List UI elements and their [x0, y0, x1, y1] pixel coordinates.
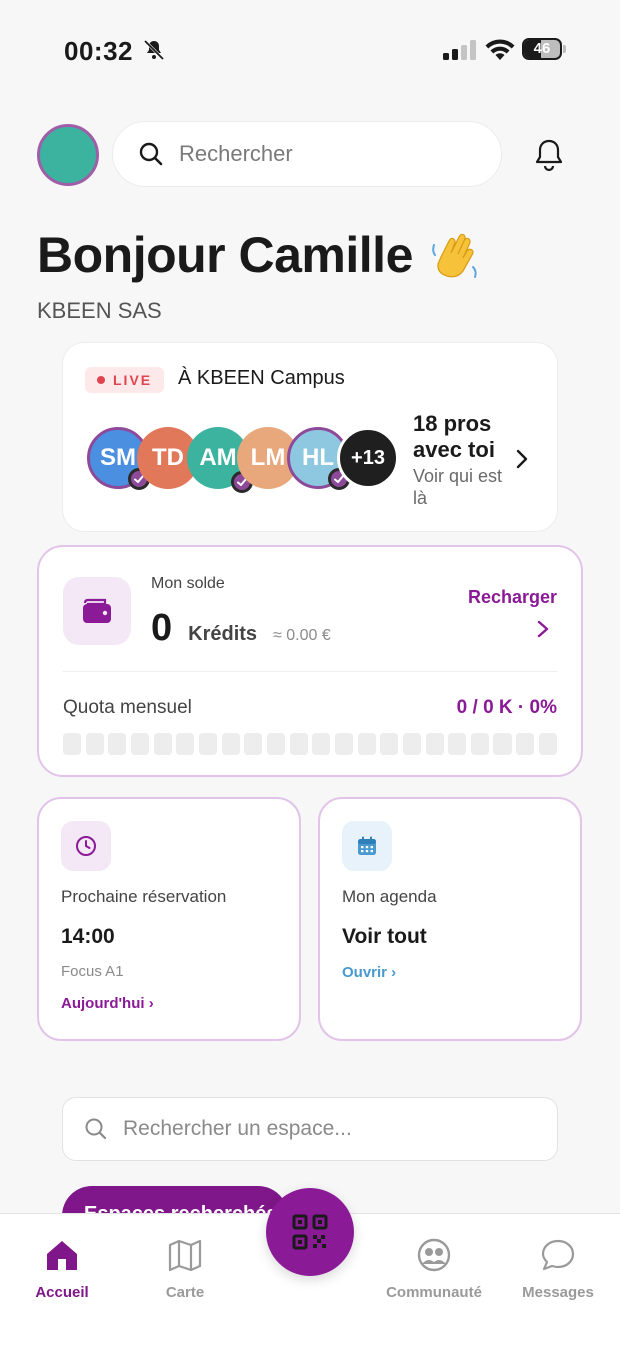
nav-home[interactable]: Accueil: [7, 1236, 117, 1301]
nav-messages[interactable]: Messages: [503, 1236, 613, 1301]
wallet-icon: [83, 598, 111, 623]
clock-icon: [76, 836, 96, 856]
clock-icon-box: [61, 821, 111, 871]
recharge-button[interactable]: Recharger: [468, 587, 557, 608]
signal-icon: [443, 40, 476, 60]
person-initials: AM: [199, 444, 237, 471]
quota-value: 0 / 0 K · 0%: [456, 697, 557, 718]
quota-segment: [130, 733, 150, 755]
person-initials: SM: [100, 444, 136, 471]
quota-segment: [289, 733, 308, 755]
divider: [63, 671, 557, 672]
quota-segment: [538, 733, 557, 755]
quota-segment: [85, 733, 104, 755]
user-avatar[interactable]: [37, 124, 99, 186]
community-icon: [417, 1238, 451, 1272]
quota-segment: [266, 733, 286, 755]
nav-map-label: Carte: [165, 1284, 205, 1301]
quota-segment: [357, 733, 376, 755]
quota-segment: [244, 733, 263, 755]
qr-code-icon: [292, 1214, 328, 1250]
search-icon: [85, 1118, 107, 1140]
wallet-icon-box: [63, 577, 131, 645]
quota-segment: [176, 733, 195, 755]
notification-bell-icon[interactable]: [530, 136, 568, 174]
quota-segment: [448, 733, 467, 755]
quota-segment: [516, 733, 535, 755]
quota-segment: [425, 733, 444, 755]
nav-community-label: Communauté: [386, 1284, 482, 1301]
home-icon: [47, 1241, 77, 1270]
agenda-card[interactable]: Mon agenda Voir tout Ouvrir ›: [318, 797, 582, 1041]
live-presence-card[interactable]: LIVE À KBEEN Campus SM TD AM LM HL +13 18 pro…: [62, 342, 558, 532]
waving-hand-icon: [432, 233, 477, 278]
booking-time: 14:00: [61, 925, 115, 948]
quota-segment: [198, 733, 218, 755]
balance-unit: Krédits: [188, 623, 258, 645]
live-location: À KBEEN Campus: [178, 367, 345, 389]
search-placeholder: Rechercher: [179, 141, 293, 166]
space-search-placeholder: Rechercher un espace...: [123, 1117, 352, 1140]
quota-segment: [221, 733, 240, 755]
nav-map[interactable]: Carte: [130, 1236, 240, 1301]
calendar-icon-box: [342, 821, 392, 871]
nav-community[interactable]: Communauté: [379, 1236, 489, 1301]
booking-day-link[interactable]: Aujourd'hui ›: [61, 995, 154, 1012]
quota-segment: [380, 733, 399, 755]
chevron-right-icon: [516, 449, 528, 469]
quota-segment: [470, 733, 489, 755]
balance-card: Mon solde 0 Krédits ≈ 0.00 € Recharger Q…: [37, 545, 583, 777]
live-badge: LIVE: [85, 367, 165, 393]
nav-home-label: Accueil: [35, 1284, 89, 1301]
search-input[interactable]: Rechercher: [112, 121, 502, 187]
person-initials: TD: [152, 444, 184, 471]
wifi-icon: [485, 39, 515, 60]
bell-off-icon: [143, 39, 165, 61]
nav-messages-label: Messages: [522, 1284, 594, 1301]
battery-icon: 46: [522, 38, 566, 62]
messages-icon: [541, 1239, 575, 1271]
live-dot: [97, 376, 105, 384]
person-avatar: +13: [337, 427, 399, 489]
greeting-heading: Bonjour Camille: [37, 226, 483, 284]
search-icon: [139, 142, 163, 166]
see-who-link: Voir qui est là: [413, 466, 503, 508]
quota-segment: [312, 733, 331, 755]
calendar-icon: [358, 836, 376, 855]
quota-segment: [402, 733, 421, 755]
agenda-value: Voir tout: [342, 925, 427, 948]
map-icon: [168, 1239, 202, 1272]
quota-segment: [334, 733, 354, 755]
agenda-open-link[interactable]: Ouvrir ›: [342, 964, 396, 981]
chevron-right-icon[interactable]: [535, 619, 551, 639]
person-initials: HL: [302, 444, 334, 471]
pros-count: 18 pros avec toi: [413, 411, 495, 462]
balance-label: Mon solde: [151, 575, 225, 592]
quota-label: Quota mensuel: [63, 697, 192, 718]
qr-scan-button[interactable]: [266, 1188, 354, 1276]
quota-progress-bar: [63, 733, 557, 755]
booking-room: Focus A1: [61, 963, 124, 980]
agenda-label: Mon agenda: [342, 887, 437, 906]
balance-value: 0: [151, 607, 173, 649]
booking-label: Prochaine réservation: [61, 887, 227, 906]
battery-percent: 46: [533, 40, 551, 57]
quota-segment: [63, 733, 82, 755]
quota-segment: [153, 733, 172, 755]
company-name: KBEEN SAS: [37, 298, 162, 323]
quota-segment: [493, 733, 512, 755]
person-initials: +13: [351, 446, 385, 469]
quota-segment: [108, 733, 127, 755]
balance-eur: ≈ 0.00 €: [273, 627, 331, 644]
status-time: 00:32: [64, 36, 133, 66]
balance-amount: 0 Krédits ≈ 0.00 €: [151, 607, 331, 650]
next-booking-card[interactable]: Prochaine réservation 14:00 Focus A1 Auj…: [37, 797, 301, 1041]
space-search-input[interactable]: Rechercher un espace...: [62, 1097, 558, 1161]
person-initials: LM: [250, 444, 286, 471]
live-badge-text: LIVE: [113, 372, 153, 388]
people-avatars: SM TD AM LM HL +13: [87, 427, 399, 493]
greeting-text: Bonjour Camille: [37, 227, 413, 283]
